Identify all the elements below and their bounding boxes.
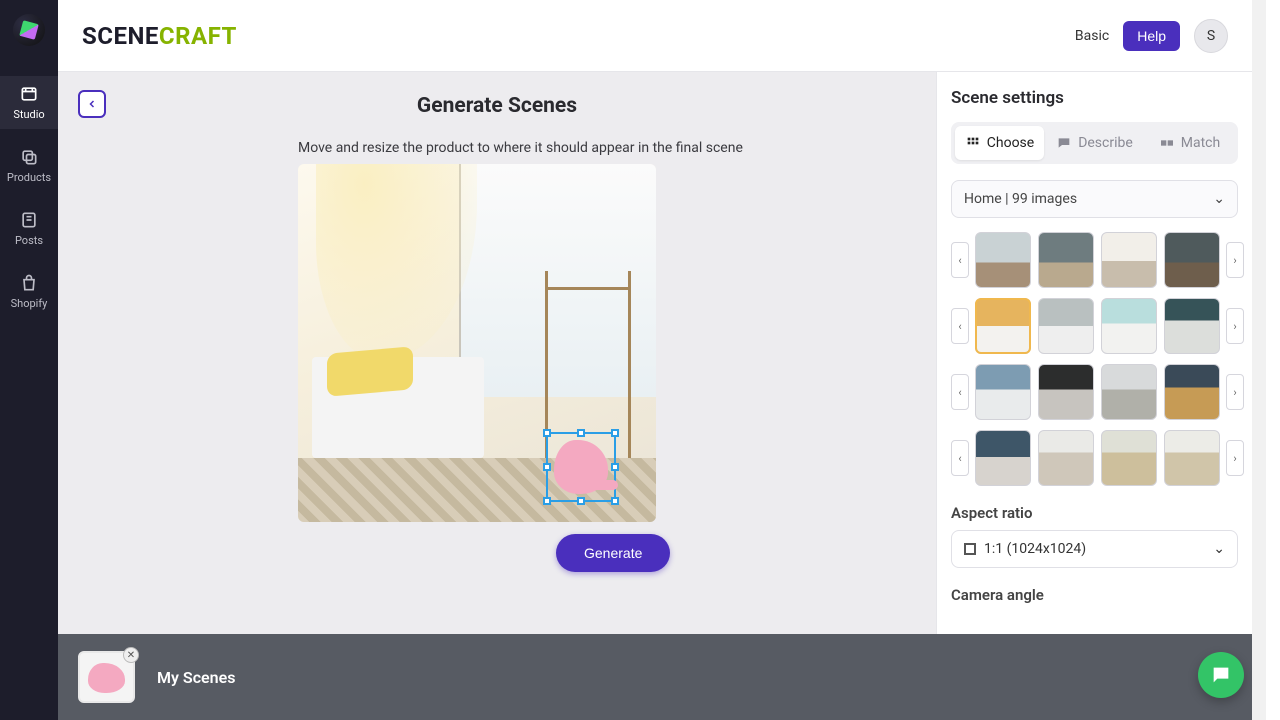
- bottom-bar: ✕ My Scenes: [58, 634, 1252, 720]
- scene-preview[interactable]: [298, 164, 656, 522]
- brand-wordmark: SCENECRAFT: [82, 22, 237, 50]
- resize-handle-bl[interactable]: [543, 497, 551, 505]
- bag-icon: [19, 273, 39, 293]
- tab-label: Match: [1181, 135, 1220, 151]
- product-bounding-box[interactable]: [546, 432, 616, 502]
- settings-heading: Scene settings: [951, 88, 1238, 108]
- chat-fab[interactable]: [1198, 652, 1244, 698]
- scene-thumb[interactable]: [1101, 298, 1157, 354]
- rail-item-posts[interactable]: Posts: [0, 202, 58, 255]
- library-selected-value: Home | 99 images: [964, 191, 1077, 207]
- thumb-prev[interactable]: ‹: [951, 242, 969, 278]
- scene-thumb[interactable]: [1164, 430, 1220, 486]
- resize-handle-rm[interactable]: [611, 463, 619, 471]
- note-icon: [19, 210, 39, 230]
- rail-item-studio[interactable]: Studio: [0, 76, 58, 129]
- rail-label: Posts: [15, 234, 43, 247]
- rail-label: Products: [7, 171, 51, 184]
- resize-handle-br[interactable]: [611, 497, 619, 505]
- nav-rail: Studio Products Posts Shopify: [0, 0, 58, 720]
- film-icon: [19, 84, 39, 104]
- aspect-ratio-label: Aspect ratio: [951, 504, 1238, 522]
- generate-button[interactable]: Generate: [556, 534, 670, 572]
- scene-thumb[interactable]: [975, 430, 1031, 486]
- scene-curtain: [316, 164, 477, 361]
- scene-thumb[interactable]: [975, 364, 1031, 420]
- settings-tabs: Choose Describe Match: [951, 122, 1238, 164]
- thumb-row: ‹ ›: [951, 430, 1238, 486]
- resize-handle-tm[interactable]: [577, 429, 585, 437]
- scene-thumb[interactable]: [1101, 232, 1157, 288]
- scrollbar-track[interactable]: [1252, 0, 1266, 720]
- scene-thumb[interactable]: [1038, 430, 1094, 486]
- scene-thumb[interactable]: [1164, 298, 1220, 354]
- scene-pillow: [327, 346, 413, 396]
- product-thumb[interactable]: ✕: [78, 651, 135, 703]
- scene-thumb[interactable]: [1038, 298, 1094, 354]
- scene-thumb[interactable]: [975, 232, 1031, 288]
- thumb-row: ‹ ›: [951, 298, 1238, 354]
- my-scenes-title: My Scenes: [157, 668, 235, 687]
- resize-handle-lm[interactable]: [543, 463, 551, 471]
- topbar: SCENECRAFT Basic Help S: [58, 0, 1252, 72]
- rail-item-products[interactable]: Products: [0, 139, 58, 192]
- scene-thumb[interactable]: [1164, 232, 1220, 288]
- thumb-row: ‹ ›: [951, 364, 1238, 420]
- stack-icon: [19, 147, 39, 167]
- app-root: Studio Products Posts Shopify SCENECRAFT: [0, 0, 1266, 720]
- settings-panel: Scene settings Choose Describe Match: [936, 72, 1252, 634]
- resize-handle-tl[interactable]: [543, 429, 551, 437]
- resize-handle-tr[interactable]: [611, 429, 619, 437]
- tab-match[interactable]: Match: [1145, 126, 1234, 160]
- thumb-prev[interactable]: ‹: [951, 308, 969, 344]
- help-button[interactable]: Help: [1123, 21, 1180, 51]
- product-cap-icon: [554, 440, 608, 494]
- brand-part2: CRAFT: [159, 22, 237, 50]
- thumb-prev[interactable]: ‹: [951, 440, 969, 476]
- aspect-ratio-value: 1:1 (1024x1024): [984, 541, 1086, 557]
- remove-product-button[interactable]: ✕: [123, 647, 139, 663]
- top-actions: Basic Help S: [1075, 19, 1228, 53]
- tab-choose[interactable]: Choose: [955, 126, 1044, 160]
- rail-label: Studio: [13, 108, 44, 121]
- thumb-next[interactable]: ›: [1226, 308, 1244, 344]
- thumb-next[interactable]: ›: [1226, 440, 1244, 476]
- scene-thumbnail-grid: ‹ › ‹: [951, 232, 1238, 486]
- back-button[interactable]: [78, 90, 106, 118]
- library-select[interactable]: Home | 99 images ⌄: [951, 180, 1238, 218]
- resize-handle-bm[interactable]: [577, 497, 585, 505]
- tab-label: Choose: [987, 135, 1034, 151]
- tab-describe[interactable]: Describe: [1050, 126, 1139, 160]
- plan-label[interactable]: Basic: [1075, 28, 1109, 44]
- scene-thumb[interactable]: [1101, 364, 1157, 420]
- canvas-hint: Move and resize the product to where it …: [298, 140, 916, 156]
- app-logo[interactable]: [13, 14, 45, 46]
- canvas-area: Generate Scenes Move and resize the prod…: [58, 72, 936, 634]
- user-avatar[interactable]: S: [1194, 19, 1228, 53]
- scene-thumb[interactable]: [1038, 364, 1094, 420]
- rail-item-shopify[interactable]: Shopify: [0, 265, 58, 318]
- chevron-down-icon: ⌄: [1213, 191, 1225, 207]
- chevron-down-icon: ⌄: [1213, 541, 1225, 557]
- brand-part1: SCENE: [82, 22, 159, 50]
- product-cap-icon: [88, 663, 125, 693]
- aspect-ratio-select[interactable]: 1:1 (1024x1024) ⌄: [951, 530, 1238, 568]
- scene-thumb[interactable]: [1164, 364, 1220, 420]
- tab-label: Describe: [1078, 135, 1133, 151]
- main-column: SCENECRAFT Basic Help S Generate Scenes …: [58, 0, 1252, 720]
- thumb-next[interactable]: ›: [1226, 374, 1244, 410]
- camera-angle-label: Camera angle: [951, 586, 1238, 604]
- scene-thumb[interactable]: [1038, 232, 1094, 288]
- scene-thumb-selected[interactable]: [975, 298, 1031, 354]
- rail-label: Shopify: [11, 297, 48, 310]
- scene-thumb[interactable]: [1101, 430, 1157, 486]
- page-title: Generate Scenes: [78, 94, 916, 118]
- thumb-row: ‹ ›: [951, 232, 1238, 288]
- square-icon: [964, 543, 976, 555]
- thumb-prev[interactable]: ‹: [951, 374, 969, 410]
- workspace: Generate Scenes Move and resize the prod…: [58, 72, 1252, 634]
- thumb-next[interactable]: ›: [1226, 242, 1244, 278]
